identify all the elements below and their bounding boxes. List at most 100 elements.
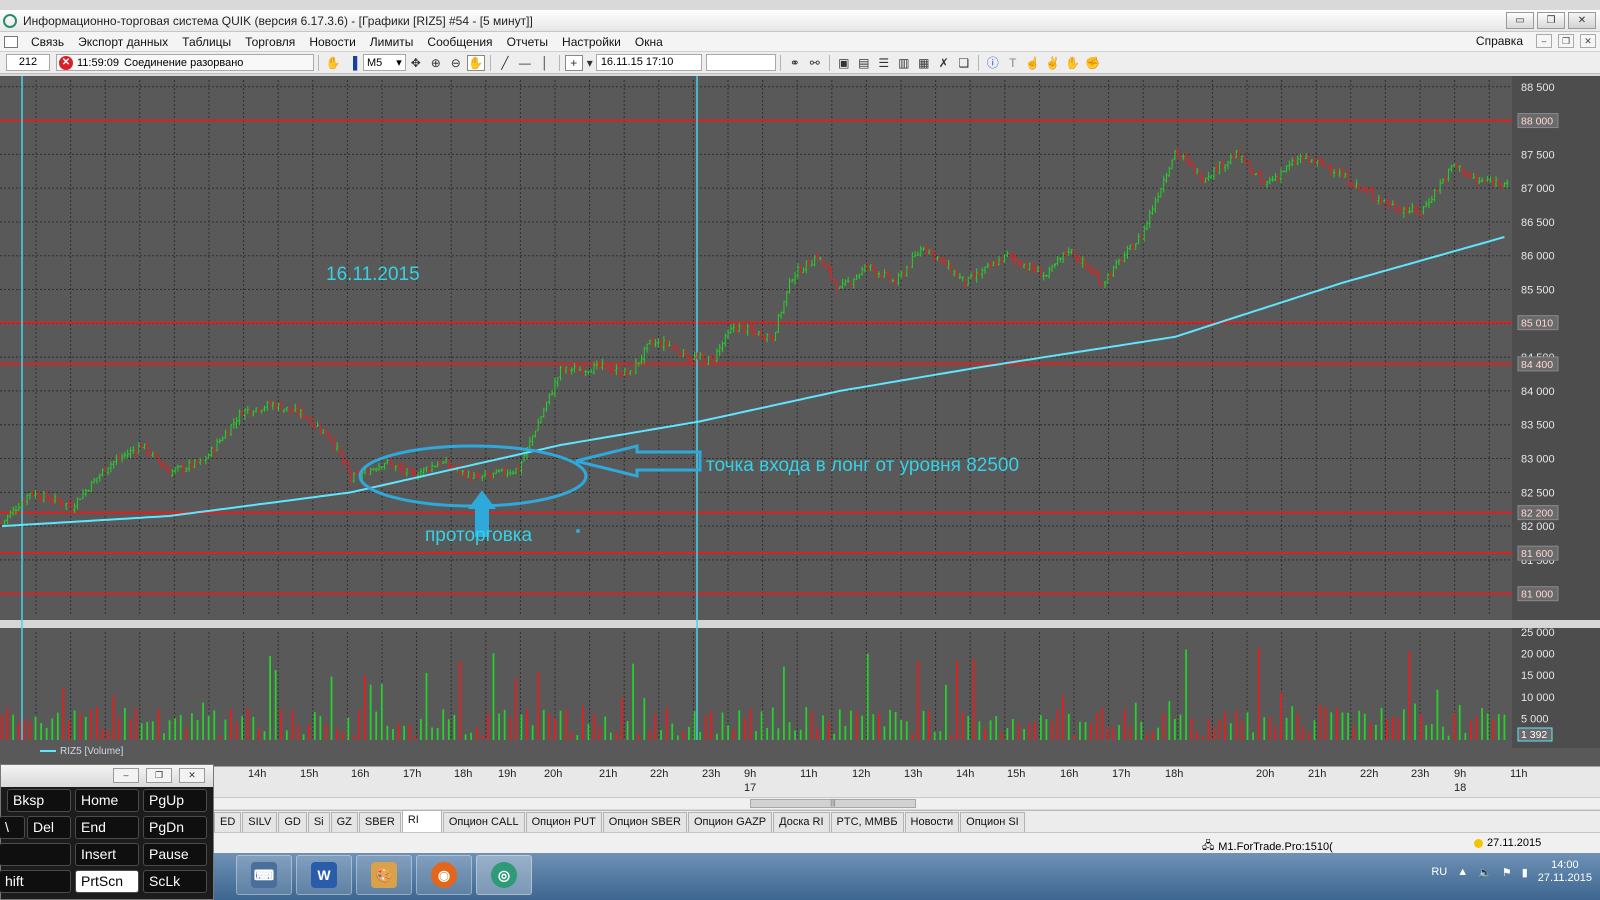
empty-field[interactable]: [705, 54, 776, 71]
flag-icon[interactable]: ⚑: [1502, 866, 1512, 879]
annotation-range: проторговка: [425, 525, 533, 546]
close-button[interactable]: ✕: [1568, 12, 1596, 29]
datetime-field[interactable]: 16.11.15 17:10: [595, 54, 702, 71]
volume-icon[interactable]: 🔈: [1478, 866, 1492, 879]
clock[interactable]: 14:00 27.11.2015: [1538, 859, 1592, 885]
tab-1[interactable]: SILV: [242, 812, 278, 832]
horizontal-scrollbar[interactable]: |||: [214, 797, 1600, 809]
server-connection: M1.ForTrade.Pro:1510(: [1218, 840, 1333, 853]
hand-icon[interactable]: ✋: [324, 55, 342, 71]
minimize-button[interactable]: ▭: [1506, 12, 1534, 29]
key-sclk[interactable]: ScLk: [143, 870, 207, 893]
maximize-button[interactable]: ❐: [1537, 12, 1565, 29]
pan-hand-icon[interactable]: ✋: [466, 54, 485, 71]
info-icon[interactable]: ⓘ: [984, 55, 1002, 71]
language-indicator[interactable]: RU: [1431, 866, 1447, 878]
crosshair-dropdown-icon[interactable]: ▾: [585, 55, 595, 71]
key-enter[interactable]: [0, 843, 71, 866]
tab-3[interactable]: Si: [307, 812, 330, 832]
volume-legend: RIZ5 [Volume]: [40, 746, 123, 757]
menu-connection[interactable]: Связь: [24, 35, 71, 49]
chart-window-icon[interactable]: ▣: [835, 55, 853, 71]
tool-icon-1[interactable]: ▥: [895, 55, 913, 71]
bar-chart-icon[interactable]: ▐: [344, 55, 362, 71]
key-prtscn[interactable]: PrtScn: [75, 870, 139, 893]
scrollbar-thumb[interactable]: |||: [750, 799, 916, 808]
key-pause[interactable]: Pause: [143, 843, 207, 866]
key-home[interactable]: Home: [75, 789, 139, 812]
key-end[interactable]: End: [75, 816, 139, 839]
key-pgup[interactable]: PgUp: [143, 789, 207, 812]
tab-6[interactable]: RI: [401, 810, 442, 832]
menu-windows[interactable]: Окна: [628, 35, 670, 49]
price-volume-chart[interactable]: 88 500 88 000 87 500 87 000 86 500 86 000 85 5…: [0, 76, 1600, 766]
menu-tables[interactable]: Таблицы: [175, 35, 238, 49]
hand-gesture-icon[interactable]: ✌: [1044, 55, 1062, 71]
zoom-out-icon[interactable]: ⊖: [447, 55, 465, 71]
zoom-in-icon[interactable]: ⊕: [427, 55, 445, 71]
interval-select[interactable]: M5 ▾: [363, 54, 406, 71]
text-icon[interactable]: T: [1004, 55, 1022, 71]
tab-7[interactable]: Опцион CALL: [442, 812, 525, 832]
tab-13[interactable]: Новости: [904, 812, 960, 832]
menu-help[interactable]: Справка: [1469, 34, 1530, 48]
hand-up-icon[interactable]: ☝: [1024, 55, 1042, 71]
tab-8[interactable]: Опцион PUT: [525, 812, 602, 832]
taskbar-word[interactable]: W: [296, 855, 352, 895]
key-pgdn[interactable]: PgDn: [143, 816, 207, 839]
tab-11[interactable]: Доска RI: [773, 812, 830, 832]
taskbar-paint[interactable]: 🎨: [356, 855, 412, 895]
child-minimize-button[interactable]: –: [1536, 34, 1552, 48]
child-close-button[interactable]: ✕: [1580, 34, 1596, 48]
link-icon[interactable]: ⚭: [786, 55, 804, 71]
menu-limits[interactable]: Лимиты: [363, 35, 421, 49]
taskbar-firefox[interactable]: ◉: [416, 855, 472, 895]
copy-icon[interactable]: ❏: [955, 55, 973, 71]
menu-messages[interactable]: Сообщения: [420, 35, 499, 49]
tab-2[interactable]: GD: [278, 812, 307, 832]
price-axis-label: 88 500: [1521, 82, 1555, 94]
unlink-icon[interactable]: ⚯: [806, 55, 824, 71]
list-icon[interactable]: ☰: [875, 55, 893, 71]
child-restore-button[interactable]: ❐: [1558, 34, 1574, 48]
tab-5[interactable]: SBER: [358, 812, 401, 832]
crosshair-icon[interactable]: +: [564, 54, 583, 71]
time-label: 15h: [1007, 768, 1026, 780]
tab-12[interactable]: PTC, ММВБ: [830, 812, 904, 832]
keyboard-minimize-button[interactable]: –: [113, 768, 139, 783]
keyboard-close-button[interactable]: ✕: [179, 768, 205, 783]
menu-trading[interactable]: Торговля: [238, 35, 302, 49]
tab-14[interactable]: Опцион SI: [960, 812, 1025, 832]
chart-panel[interactable]: 88 500 88 000 87 500 87 000 86 500 86 000 85 5…: [0, 76, 1600, 766]
key-insert[interactable]: Insert: [75, 843, 139, 866]
hand-wave-icon[interactable]: ✋: [1064, 55, 1082, 71]
menu-settings[interactable]: Настройки: [555, 35, 628, 49]
key-backspace[interactable]: Bksp: [7, 789, 71, 812]
taskbar-keyboard[interactable]: ⌨: [236, 855, 292, 895]
tab-4[interactable]: GZ: [330, 812, 358, 832]
tab-9[interactable]: Опцион SBER: [602, 812, 687, 832]
horizontal-line-icon[interactable]: —: [516, 55, 534, 71]
vertical-line-icon[interactable]: │: [536, 55, 554, 71]
tab-0[interactable]: ED: [214, 812, 242, 832]
tab-10[interactable]: Опцион GAZP: [687, 812, 773, 832]
menu-news[interactable]: Новости: [302, 35, 362, 49]
key-backslash[interactable]: \: [0, 816, 25, 839]
draw-line-icon[interactable]: ╱: [496, 55, 514, 71]
move-icon[interactable]: ✥: [407, 55, 425, 71]
window-menu-icon[interactable]: [4, 35, 18, 48]
network-icon[interactable]: ▮: [1522, 866, 1528, 879]
time-label: 16h: [351, 768, 370, 780]
tray-arrow-icon[interactable]: ▲: [1457, 866, 1468, 878]
menu-export[interactable]: Экспорт данных: [71, 35, 175, 49]
hand-stop-icon[interactable]: ✊: [1084, 55, 1102, 71]
menu-reports[interactable]: Отчеты: [500, 35, 555, 49]
key-shift[interactable]: hift: [0, 870, 71, 893]
chart-props-icon[interactable]: ▤: [855, 55, 873, 71]
time-label: 22h: [650, 768, 669, 780]
taskbar-quik[interactable]: ◎: [476, 855, 532, 895]
keyboard-restore-button[interactable]: ❐: [146, 768, 172, 783]
tool-icon-2[interactable]: ▦: [915, 55, 933, 71]
key-delete[interactable]: Del: [27, 816, 71, 839]
delete-icon[interactable]: ✗: [935, 55, 953, 71]
